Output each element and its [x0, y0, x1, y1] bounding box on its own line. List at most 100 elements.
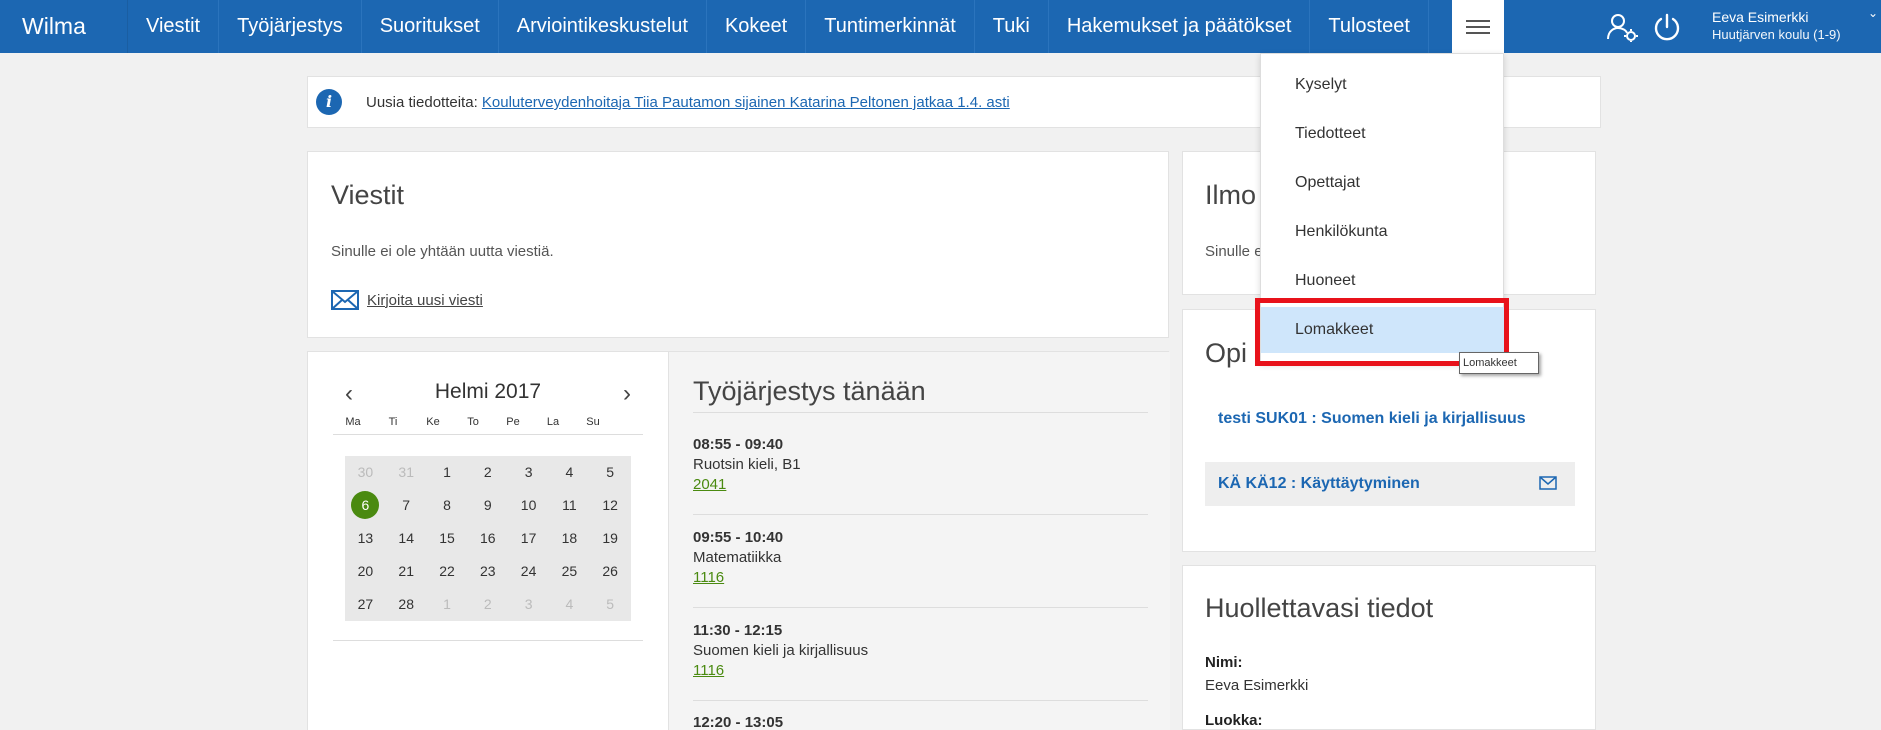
calendar-day[interactable]: 2	[467, 456, 509, 489]
weekday-label: To	[467, 416, 479, 428]
calendar-day[interactable]: 23	[467, 555, 509, 588]
calendar-week: 13 14 15 16 17 18 19	[345, 522, 631, 555]
calendar-day[interactable]: 11	[548, 489, 590, 522]
lesson-room-link[interactable]: 1116	[693, 569, 724, 586]
calendar-day[interactable]: 16	[467, 522, 509, 555]
calendar-schedule-card: ‹ Helmi 2017 › Ma Ti Ke To Pe La Su 30 3…	[307, 351, 1170, 730]
brand-logo[interactable]: Wilma	[0, 0, 128, 53]
chevron-right-icon[interactable]: ›	[623, 380, 631, 408]
nav-item-viestit[interactable]: Viestit	[128, 0, 220, 53]
menu-item-lomakkeet[interactable]: Lomakkeet	[1261, 307, 1505, 353]
messages-empty-text: Sinulle ei ole yhtään uutta viestiä.	[331, 243, 554, 260]
calendar-week: 30 31 1 2 3 4 5	[345, 456, 631, 489]
calendar-day[interactable]: 5	[589, 456, 631, 489]
calendar-week: 20 21 22 23 24 25 26	[345, 555, 631, 588]
weekday-label: Ke	[426, 416, 440, 428]
today-marker: 6	[351, 491, 380, 519]
calendar-month: Helmi 2017	[434, 380, 542, 403]
calendar-day[interactable]: 18	[548, 522, 590, 555]
menu-item-kyselyt[interactable]: Kyselyt	[1261, 62, 1505, 108]
calendar-day[interactable]: 21	[385, 555, 427, 588]
calendar-day[interactable]: 1	[426, 588, 468, 621]
nav-item-arviointikeskustelut[interactable]: Arviointikeskustelut	[499, 0, 707, 53]
top-navigation-bar: Wilma Viestit Työjärjestys Suoritukset A…	[0, 0, 1881, 53]
courses-title: Opi	[1205, 338, 1248, 368]
divider	[333, 640, 643, 641]
chevron-down-icon[interactable]: ⌄	[1868, 6, 1878, 20]
lesson-time: 09:55 - 10:40	[693, 529, 784, 546]
more-menu-button[interactable]	[1452, 0, 1504, 53]
lesson-item: 12:20 - 13:05	[693, 714, 1148, 730]
main-nav: Viestit Työjärjestys Suoritukset Arvioin…	[128, 0, 1429, 53]
user-switch-icon[interactable]	[1606, 12, 1638, 42]
calendar-day[interactable]: 2	[467, 588, 509, 621]
notice-link[interactable]: Kouluterveydenhoitaja Tiia Pautamon sija…	[482, 94, 1010, 111]
calendar-day[interactable]: 24	[508, 555, 549, 588]
nav-item-hakemukset[interactable]: Hakemukset ja päätökset	[1049, 0, 1311, 53]
user-school: Huutjärven koulu (1-9)	[1712, 27, 1841, 42]
course-link[interactable]: KÄ KÄ12 : Käyttäytyminen	[1218, 475, 1420, 493]
lesson-item: 09:55 - 10:40 Matematiikka 1116	[693, 529, 1148, 586]
calendar-day[interactable]: 26	[589, 555, 631, 588]
ilmo-title: Ilmo	[1205, 180, 1257, 210]
nav-item-suoritukset[interactable]: Suoritukset	[362, 0, 499, 53]
nav-item-tuki[interactable]: Tuki	[975, 0, 1049, 53]
calendar-weekdays: Ma Ti Ke To Pe La Su	[333, 416, 643, 435]
calendar-day[interactable]: 4	[548, 456, 590, 489]
calendar-day[interactable]: 1	[426, 456, 468, 489]
calendar-day[interactable]: 9	[467, 489, 509, 522]
lesson-time: 11:30 - 12:15	[693, 622, 783, 639]
nav-item-tuntimerkinnat[interactable]: Tuntimerkinnät	[806, 0, 975, 53]
nav-item-tulosteet[interactable]: Tulosteet	[1310, 0, 1429, 53]
tooltip: Lomakkeet	[1459, 352, 1539, 374]
calendar-week: 27 28 1 2 3 4 5	[345, 588, 631, 621]
menu-item-opettajat[interactable]: Opettajat	[1261, 160, 1505, 206]
nav-item-kokeet[interactable]: Kokeet	[707, 0, 807, 53]
messages-title: Viestit	[331, 180, 405, 210]
calendar-day[interactable]: 7	[385, 489, 427, 522]
power-icon[interactable]	[1652, 12, 1682, 42]
lesson-subject: Matematiikka	[693, 549, 782, 566]
calendar-day[interactable]: 4	[548, 588, 590, 621]
calendar-day[interactable]: 15	[426, 522, 468, 555]
lesson-room-link[interactable]: 1116	[693, 662, 724, 679]
calendar-day[interactable]: 12	[589, 489, 631, 522]
menu-item-henkilokunta[interactable]: Henkilökunta	[1261, 209, 1505, 255]
menu-item-tiedotteet[interactable]: Tiedotteet	[1261, 111, 1505, 157]
calendar-day[interactable]: 3	[508, 588, 549, 621]
calendar-week: 6 7 8 9 10 11 12	[345, 489, 631, 522]
envelope-icon	[331, 290, 359, 310]
calendar-grid: 30 31 1 2 3 4 5 6 7 8 9 10 11 12 13 14 1…	[345, 456, 631, 621]
calendar-day[interactable]: 22	[426, 555, 468, 588]
lesson-subject: Suomen kieli ja kirjallisuus	[693, 642, 869, 659]
calendar-day[interactable]: 30	[345, 456, 386, 489]
envelope-icon[interactable]	[1539, 476, 1557, 490]
lesson-room-link[interactable]: 2041	[693, 476, 726, 493]
calendar-day[interactable]: 20	[345, 555, 386, 588]
calendar-day[interactable]: 13	[345, 522, 386, 555]
compose-message-link[interactable]: Kirjoita uusi viesti	[367, 292, 483, 309]
calendar-day[interactable]: 31	[385, 456, 427, 489]
menu-item-huoneet[interactable]: Huoneet	[1261, 258, 1505, 304]
lesson-subject: Ruotsin kieli, B1	[693, 456, 801, 473]
calendar-day[interactable]: 27	[345, 588, 386, 621]
hamburger-icon	[1466, 18, 1490, 36]
calendar-day[interactable]: 3	[508, 456, 549, 489]
calendar-day[interactable]: 28	[385, 588, 427, 621]
weekday-label: Ma	[345, 416, 361, 428]
guardian-info-card: Huollettavasi tiedot Nimi: Eeva Esimerkk…	[1182, 565, 1596, 730]
calendar-day[interactable]: 17	[508, 522, 549, 555]
calendar-day-today[interactable]: 6	[345, 489, 386, 522]
calendar-day[interactable]: 19	[589, 522, 631, 555]
user-info[interactable]: Eeva Esimerkki Huutjärven koulu (1-9)	[1712, 8, 1841, 44]
calendar-day[interactable]: 25	[548, 555, 590, 588]
calendar-day[interactable]: 14	[385, 522, 427, 555]
course-link[interactable]: testi SUK01 : Suomen kieli ja kirjallisu…	[1218, 410, 1526, 428]
compose-message: Kirjoita uusi viesti	[331, 290, 483, 310]
calendar-day[interactable]: 10	[508, 489, 549, 522]
weekday-label: Pe	[506, 416, 520, 428]
lesson-time: 08:55 - 09:40	[693, 436, 784, 453]
nav-item-tyojarjestys[interactable]: Työjärjestys	[219, 0, 362, 53]
calendar-day[interactable]: 8	[426, 489, 468, 522]
calendar-day[interactable]: 5	[589, 588, 631, 621]
